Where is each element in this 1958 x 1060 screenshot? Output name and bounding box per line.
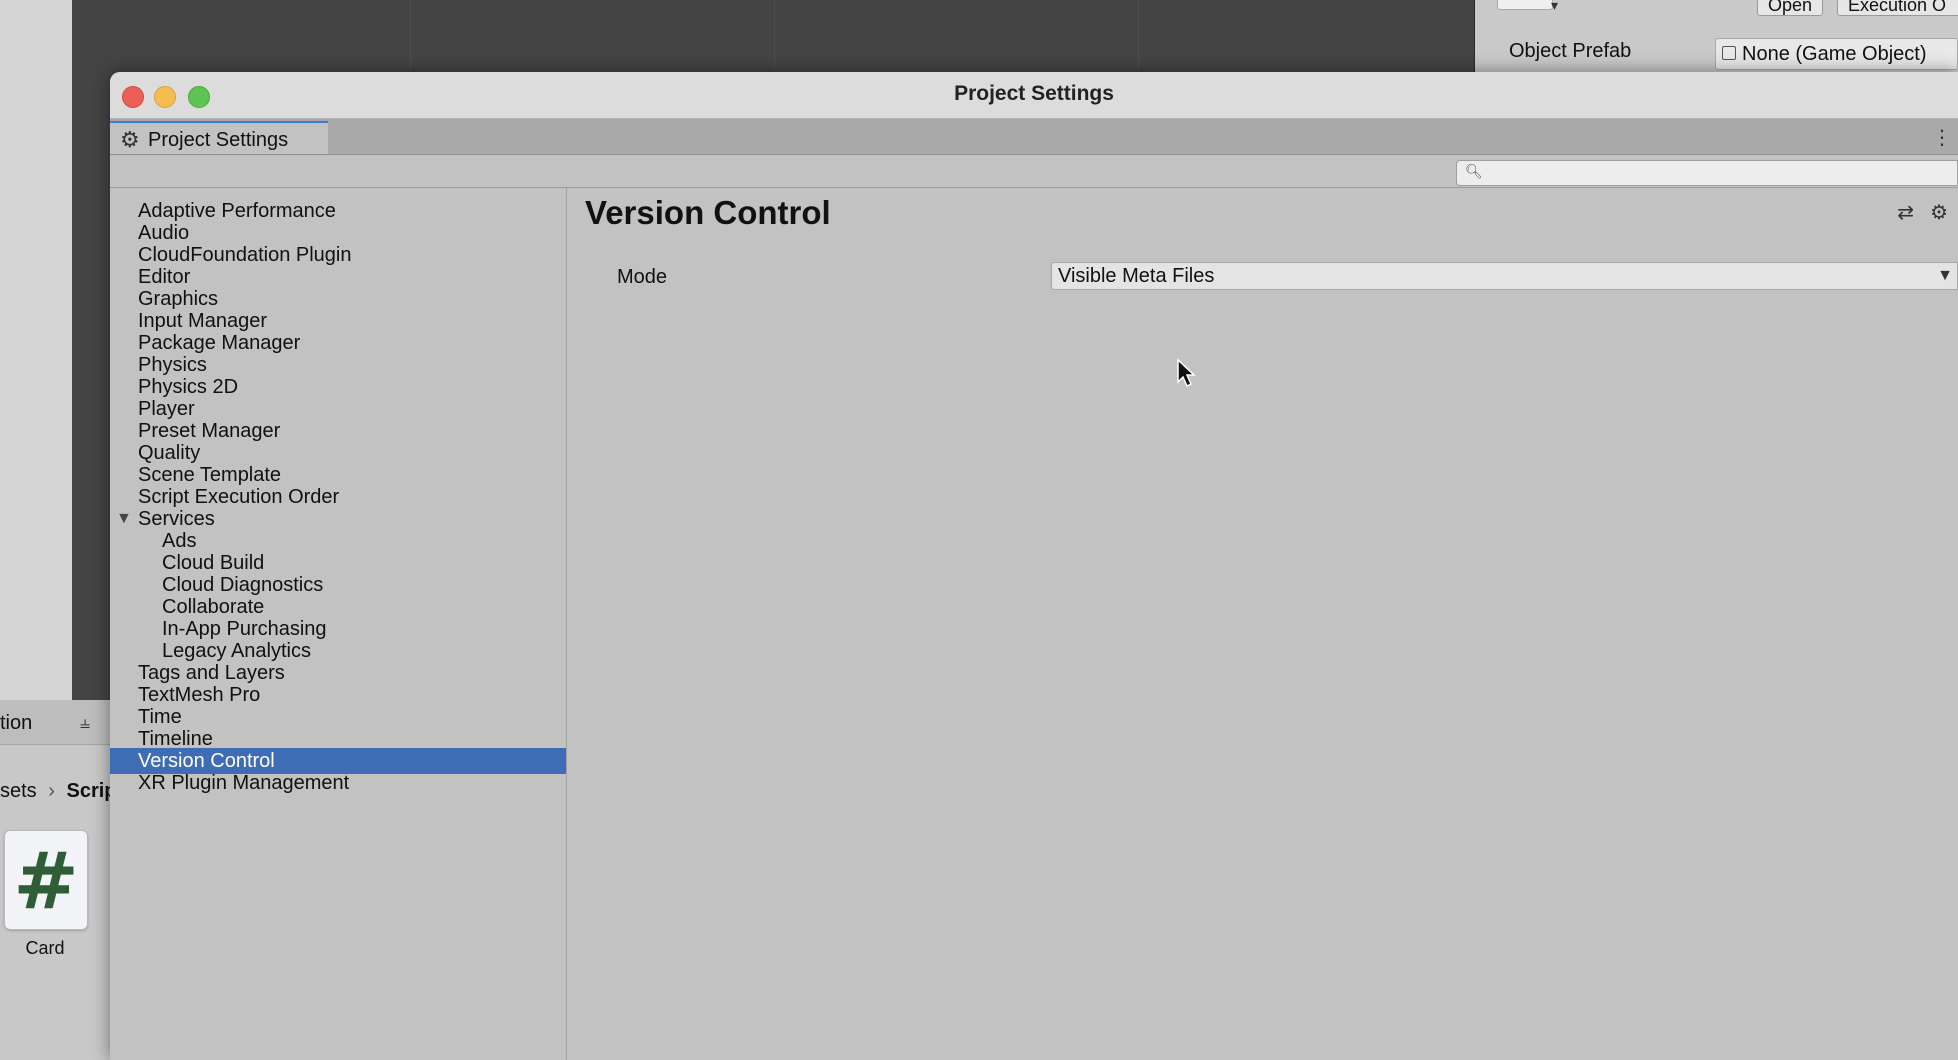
tab-project-settings[interactable]: ⚙ Project Settings — [110, 121, 328, 154]
window-title: Project Settings — [954, 82, 1114, 105]
mouse-cursor-icon — [1177, 358, 1196, 388]
script-file-tile[interactable]: # — [4, 830, 88, 930]
file-name[interactable]: Card — [0, 938, 90, 959]
branch-icon[interactable]: ⫨ — [80, 712, 90, 733]
breadcrumb: sets › Scrip — [0, 780, 117, 803]
inspector-dropdown[interactable] — [1497, 0, 1558, 14]
tab-bar: ⚙ Project Settings ⋮ — [110, 119, 1958, 155]
mode-selected-value: Visible Meta Files — [1058, 265, 1215, 287]
tab-label: Project Settings — [148, 129, 289, 151]
breadcrumb-parent[interactable]: sets — [0, 780, 37, 802]
gear-icon: ⚙ — [120, 127, 140, 152]
breadcrumb-current[interactable]: Scrip — [66, 780, 116, 802]
mode-dropdown[interactable]: Visible Meta Files ▼ — [1051, 262, 1958, 290]
settings-gear-icon[interactable]: ⚙ — [1930, 202, 1948, 224]
open-button[interactable]: Open — [1757, 0, 1824, 16]
search-row: 🔍︎ — [110, 155, 1958, 188]
chevron-down-icon: ▼ — [1937, 267, 1953, 284]
sidebar-item-xr-plugin-management[interactable]: XR Plugin Management — [110, 770, 566, 796]
grid-line — [1138, 0, 1139, 70]
mode-label: Mode — [617, 266, 668, 288]
object-prefab-field[interactable]: None (Game Object) — [1715, 38, 1958, 70]
settings-sidebar: Adaptive Performance Audio CloudFoundati… — [110, 188, 567, 1060]
csharp-script-icon: # — [13, 837, 79, 927]
page-title: Version Control — [585, 194, 831, 231]
project-tab-label[interactable]: tion — [0, 712, 32, 735]
inspector-panel: Open Execution O Object Prefab None (Gam… — [1474, 0, 1958, 72]
title-bar[interactable]: Project Settings — [110, 72, 1958, 119]
object-prefab-value: None (Game Object) — [1742, 43, 1927, 65]
settings-content: Version Control ⇄ ⚙ Mode Visible Meta Fil… — [567, 188, 1958, 1060]
settings-search-input[interactable]: 🔍︎ — [1456, 160, 1958, 186]
left-panel-background — [0, 0, 72, 700]
game-object-icon — [1722, 46, 1736, 60]
grid-line — [410, 0, 411, 70]
object-prefab-label: Object Prefab — [1509, 40, 1632, 62]
header-icons: ⇄ ⚙ — [1881, 200, 1948, 225]
execution-order-button[interactable]: Execution O — [1837, 0, 1958, 16]
preset-sliders-icon[interactable]: ⇄ — [1897, 202, 1914, 224]
project-settings-window: Project Settings ⚙ Project Settings ⋮ 🔍︎… — [110, 72, 1958, 1060]
chevron-right-icon: › — [48, 780, 55, 802]
more-options-icon[interactable]: ⋮ — [1932, 125, 1952, 150]
grid-line — [774, 0, 775, 70]
search-icon: 🔍︎ — [1465, 163, 1483, 179]
